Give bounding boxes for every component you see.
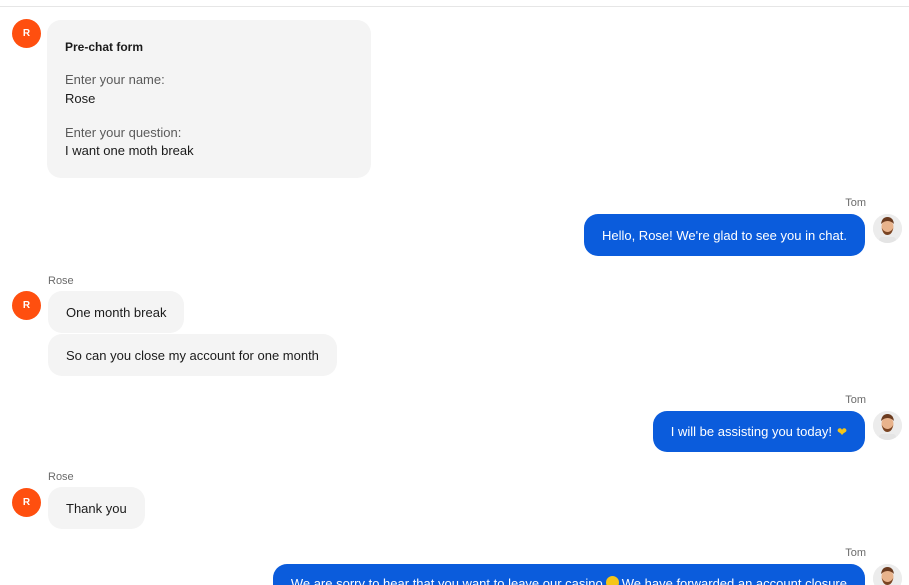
visitor-message-bubble: Thank you (48, 487, 145, 529)
visitor-avatar: R (12, 291, 41, 320)
prechat-question-value: I want one moth break (65, 143, 194, 158)
agent-sender-name: Tom (845, 547, 866, 559)
bearded-man-avatar-icon (873, 214, 902, 243)
visitor-message-text: One month break (66, 304, 167, 320)
visitor-avatar-initial: R (22, 28, 31, 39)
top-divider (0, 6, 909, 7)
prechat-name-label: Enter your name: (65, 72, 165, 87)
agent-sender-name: Tom (845, 394, 866, 406)
visitor-avatar: R (12, 488, 41, 517)
yellow-heart-hands-emoji-icon: ❤ (836, 424, 847, 439)
visitor-avatar-initial: R (22, 300, 31, 311)
visitor-avatar: R (12, 19, 41, 48)
agent-message-bubble: We are sorry to hear that you want to le… (272, 564, 865, 585)
agent-message-bubble: Hello, Rose! We're glad to see you in ch… (583, 214, 865, 256)
agent-message-text-part-1: We are sorry to hear that you want to le… (290, 576, 603, 585)
prechat-question-label: Enter your question: (65, 125, 182, 140)
visitor-message-bubble: So can you close my account for one mont… (48, 334, 337, 376)
agent-message-text: I will be assisting you today! (670, 424, 832, 439)
visitor-message-text: So can you close my account for one mont… (66, 347, 319, 363)
agent-message-text-part-2: We have forwarded an account closure (621, 576, 847, 585)
visitor-message-text: Thank you (66, 500, 127, 516)
visitor-message-bubble: One month break (48, 291, 185, 333)
visitor-sender-name: Rose (48, 471, 74, 483)
bearded-man-avatar-icon (873, 564, 902, 585)
agent-message-bubble: I will be assisting you today! ❤ (652, 411, 865, 452)
bearded-man-avatar-icon (873, 411, 902, 440)
prechat-form-card: Pre-chat form Enter your name: Rose Ente… (47, 20, 371, 178)
agent-message-text: Hello, Rose! We're glad to see you in ch… (601, 227, 847, 243)
agent-sender-name: Tom (845, 197, 866, 209)
chat-transcript: R Pre-chat form Enter your name: Rose En… (0, 0, 909, 585)
prechat-name-value: Rose (65, 91, 96, 106)
visitor-avatar-initial: R (22, 497, 31, 508)
visitor-sender-name: Rose (48, 275, 74, 287)
prechat-form-title: Pre-chat form (65, 40, 144, 54)
sad-face-emoji-icon (605, 576, 619, 585)
